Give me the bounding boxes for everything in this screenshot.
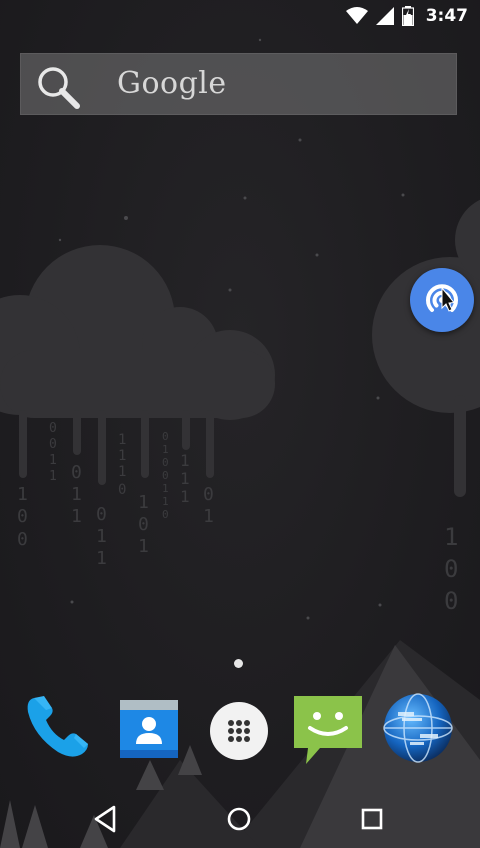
status-clock: 3:47	[425, 6, 468, 26]
svg-text:1: 1	[180, 487, 190, 506]
svg-text:1: 1	[71, 506, 82, 527]
battery-charging-icon	[401, 6, 414, 26]
svg-text:1: 1	[49, 453, 57, 468]
svg-text:1: 1	[444, 523, 458, 551]
svg-text:0: 0	[138, 514, 149, 535]
svg-text:0: 0	[118, 482, 126, 498]
svg-text:1: 1	[118, 464, 126, 480]
svg-text:1: 1	[96, 548, 107, 569]
svg-text:0: 0	[17, 506, 28, 527]
dock-app-browser[interactable]	[380, 688, 456, 768]
svg-text:0: 0	[49, 437, 57, 452]
svg-text:0: 0	[162, 508, 169, 521]
svg-text:0: 0	[17, 529, 28, 550]
dock-app-messaging[interactable]	[290, 688, 366, 768]
status-bar: 3:47	[0, 0, 480, 32]
signal-icon	[375, 7, 394, 25]
svg-text:0: 0	[162, 469, 169, 482]
svg-text:0: 0	[203, 484, 214, 505]
svg-text:1: 1	[17, 484, 28, 505]
floating-signal-button[interactable]	[410, 268, 474, 332]
svg-text:1: 1	[180, 469, 190, 488]
google-logo-text: Google	[117, 66, 227, 101]
svg-text:1: 1	[96, 526, 107, 547]
svg-text:1: 1	[118, 432, 126, 448]
svg-text:1: 1	[162, 443, 169, 456]
svg-text:0: 0	[444, 555, 458, 583]
wifi-icon	[345, 7, 368, 25]
page-indicator-dot	[234, 659, 243, 668]
search-icon	[35, 64, 83, 116]
svg-text:1: 1	[118, 448, 126, 464]
svg-text:0: 0	[162, 456, 169, 469]
nav-recents-button[interactable]	[352, 802, 392, 836]
svg-text:0: 0	[162, 430, 169, 443]
svg-text:1: 1	[162, 482, 169, 495]
globe-icon	[383, 693, 453, 763]
app-drawer-icon	[210, 702, 268, 760]
svg-text:0: 0	[96, 504, 107, 525]
svg-text:1: 1	[203, 506, 214, 527]
dock-app-contacts[interactable]	[112, 688, 188, 768]
back-arrow-icon	[94, 805, 116, 833]
google-search-bar[interactable]: Google	[20, 53, 457, 115]
nav-back-button[interactable]	[86, 802, 126, 836]
svg-text:1: 1	[71, 484, 82, 505]
contacts-icon	[120, 700, 178, 758]
svg-text:1: 1	[138, 536, 149, 557]
recents-square-icon	[361, 808, 383, 830]
svg-text:0: 0	[49, 421, 57, 436]
svg-text:1: 1	[180, 451, 190, 470]
svg-text:1: 1	[49, 469, 57, 484]
home-screen: 1 0 0 0 0 1 1 0 1 1 0 1 1 1 1 1 0 1 0 1 …	[0, 0, 480, 848]
dock-app-drawer[interactable]	[202, 688, 278, 768]
svg-text:0: 0	[444, 587, 458, 615]
svg-text:1: 1	[162, 495, 169, 508]
favorites-dock	[0, 688, 480, 772]
home-circle-icon	[227, 807, 251, 831]
messaging-icon	[294, 696, 362, 764]
svg-text:0: 0	[71, 462, 82, 483]
nav-home-button[interactable]	[219, 802, 259, 836]
wireless-signal-icon	[426, 284, 458, 312]
dock-app-phone[interactable]	[20, 688, 96, 768]
svg-text:1: 1	[138, 492, 149, 513]
phone-icon	[27, 696, 89, 757]
navigation-bar	[0, 790, 480, 848]
